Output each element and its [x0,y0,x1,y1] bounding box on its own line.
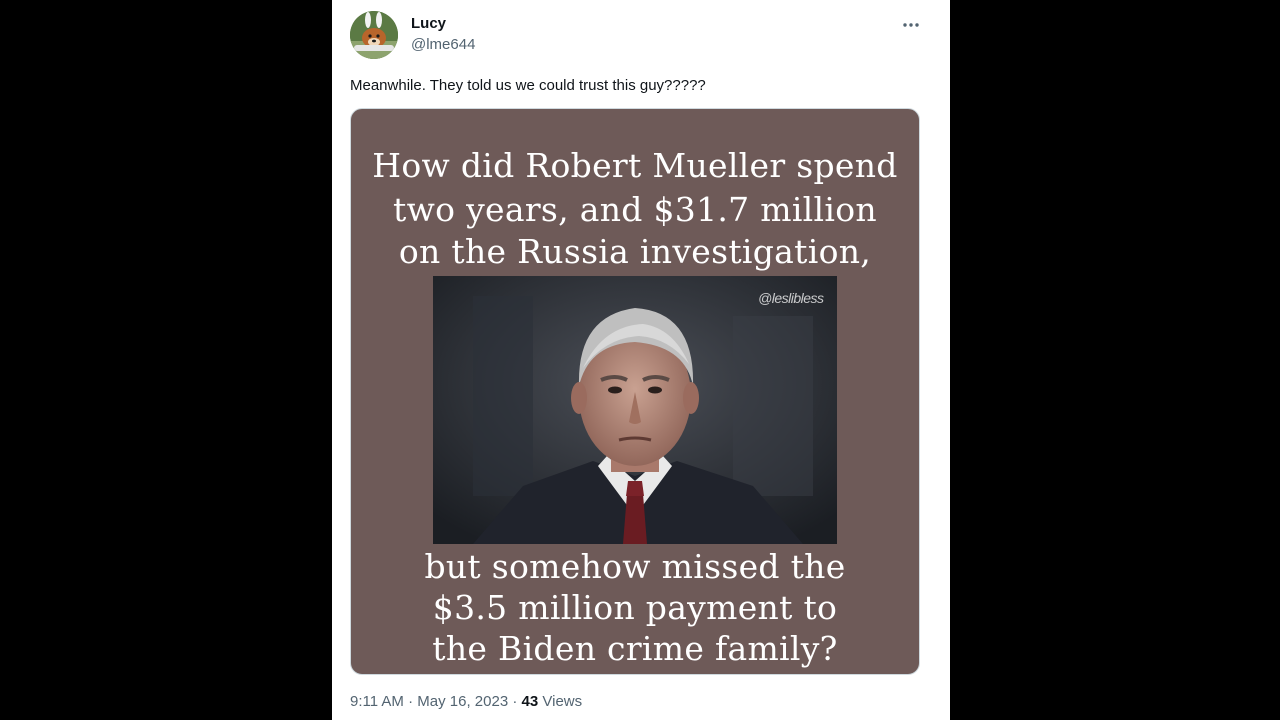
more-options-button[interactable] [898,12,924,38]
tweet-media-image[interactable]: How did Robert Mueller spend two years, … [350,108,920,675]
views-label: Views [542,693,583,710]
meta-separator-2: · [512,693,518,710]
meme-top-line-2: two years, and $31.7 million [393,190,877,229]
meme-bottom-line-2: $3.5 million payment to [432,588,838,627]
meme-top-line-1: How did Robert Mueller spend [372,146,898,185]
tweet-text: Meanwhile. They told us we could trust t… [350,77,706,94]
portrait-illustration [433,276,837,544]
tweet-card: Lucy @lme644 Meanwhile. They told us we … [332,0,950,720]
image-watermark: @leslibless [758,290,824,306]
tweet-meta-row: 9:11 AM · May 16, 2023 · 43 Views [350,693,582,710]
portrait-photo: @leslibless [433,276,837,544]
author-avatar[interactable] [350,11,398,59]
more-options-icon [903,23,919,27]
tweet-date[interactable]: May 16, 2023 [417,693,508,710]
meta-separator: · [408,693,414,710]
author-display-name[interactable]: Lucy [411,15,446,32]
meme-bottom-line-1: but somehow missed the [424,547,846,586]
meme-bottom-line-3: the Biden crime family? [432,629,838,668]
tweet-time[interactable]: 9:11 AM [350,693,404,710]
views-count: 43 [521,693,539,710]
meme-top-line-3: on the Russia investigation, [398,232,872,271]
author-handle[interactable]: @lme644 [411,36,475,53]
dog-avatar-icon [350,11,398,59]
